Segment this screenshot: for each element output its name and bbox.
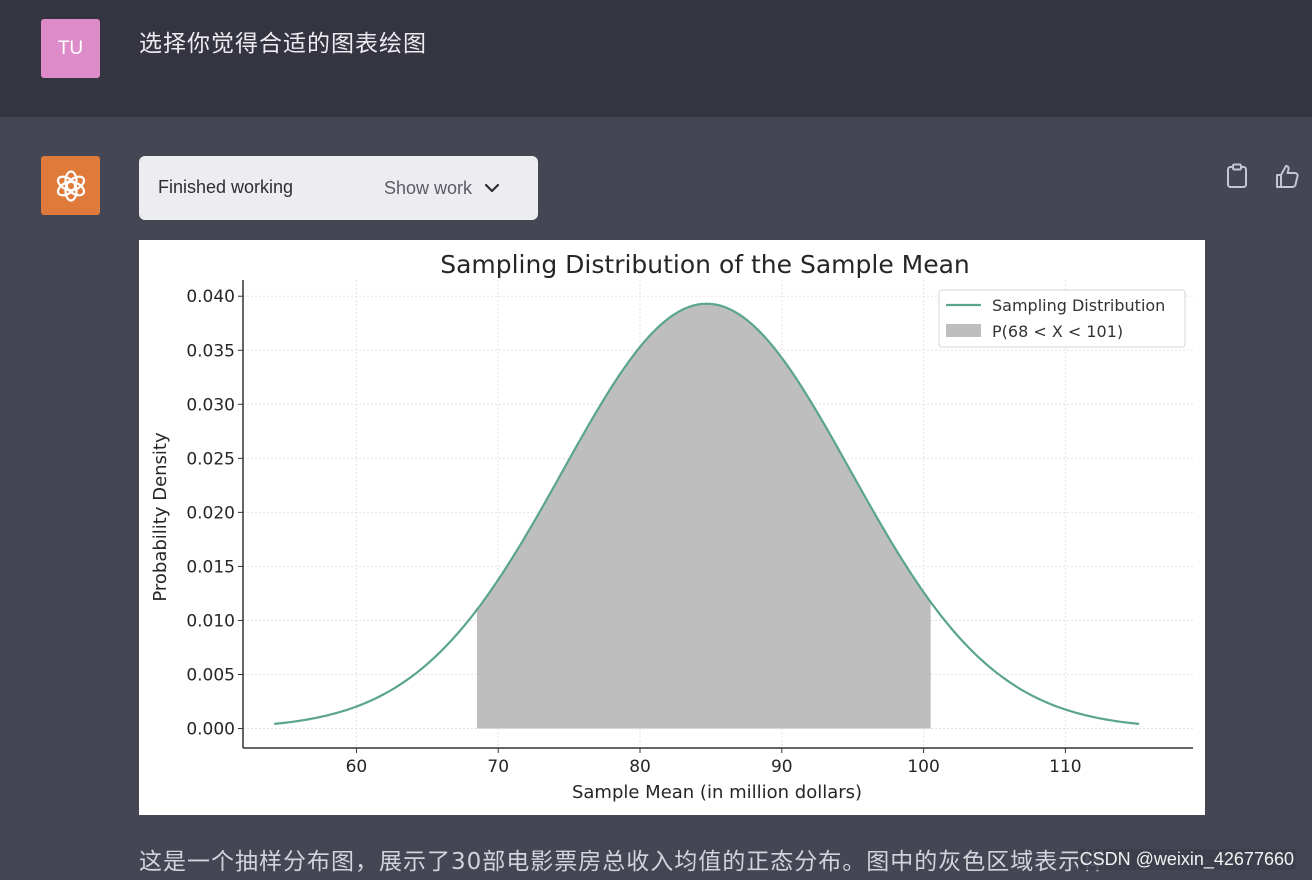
chart-image: 60 70 80 90 100 110 0.000 0.005 0.010 0.015 0.020… (139, 240, 1205, 815)
assistant-avatar (41, 156, 100, 215)
clipboard-icon[interactable] (1222, 162, 1252, 190)
y-tick-label: 0.000 (186, 720, 235, 740)
y-axis-label: Probability Density (150, 432, 171, 602)
x-axis-label: Sample Mean (in million dollars) (572, 782, 862, 803)
chart-title: Sampling Distribution of the Sample Mean (440, 250, 970, 279)
legend: Sampling Distribution P(68 < X < 101) (938, 289, 1186, 348)
user-avatar: TU (41, 19, 100, 78)
y-tick-label: 0.025 (186, 449, 235, 469)
y-tick-label: 0.035 (186, 341, 235, 361)
user-message-row: TU 选择你觉得合适的图表绘图 (0, 0, 1312, 117)
y-tick-label: 0.020 (186, 503, 235, 523)
tool-status-box: Finished working Show work (139, 156, 538, 220)
watermark-text: CSDN @weixin_42677660 (1077, 849, 1296, 870)
x-tick-label: 110 (1049, 757, 1081, 777)
openai-logo-icon (56, 169, 85, 202)
x-tick-label: 80 (629, 757, 651, 777)
chart-svg: 60 70 80 90 100 110 0.000 0.005 0.010 0.015 0.020… (150, 250, 1193, 803)
x-tick-label: 100 (907, 757, 939, 777)
y-tick-label: 0.005 (186, 666, 235, 686)
y-tick-label: 0.015 (186, 557, 235, 577)
y-tick-labels: 0.000 0.005 0.010 0.015 0.020 0.025 0.030 0.035… (186, 287, 243, 740)
thumbs-up-icon[interactable] (1272, 162, 1302, 190)
x-tick-label: 90 (771, 757, 793, 777)
assistant-reply-text: 这是一个抽样分布图，展示了30部电影票房总收入均值的正态分布。图中的灰色区域表示… (139, 849, 1107, 875)
x-tick-labels: 60 70 80 90 100 110 (346, 748, 1082, 777)
chevron-down-icon (484, 183, 500, 193)
x-tick-label: 70 (487, 757, 509, 777)
legend-label-fill: P(68 < X < 101) (992, 322, 1123, 341)
show-work-label: Show work (384, 177, 473, 198)
y-tick-label: 0.010 (186, 611, 235, 631)
legend-fill-swatch (946, 324, 981, 337)
y-tick-label: 0.040 (186, 287, 235, 307)
show-work-button[interactable]: Show work (384, 174, 500, 202)
x-tick-label: 60 (346, 757, 368, 777)
y-tick-label: 0.030 (186, 395, 235, 415)
user-message-text: 选择你觉得合适的图表绘图 (139, 31, 427, 57)
legend-label-curve: Sampling Distribution (992, 296, 1165, 315)
status-label: Finished working (158, 177, 294, 197)
shaded-probability-area (476, 303, 931, 729)
message-actions (1222, 162, 1302, 190)
